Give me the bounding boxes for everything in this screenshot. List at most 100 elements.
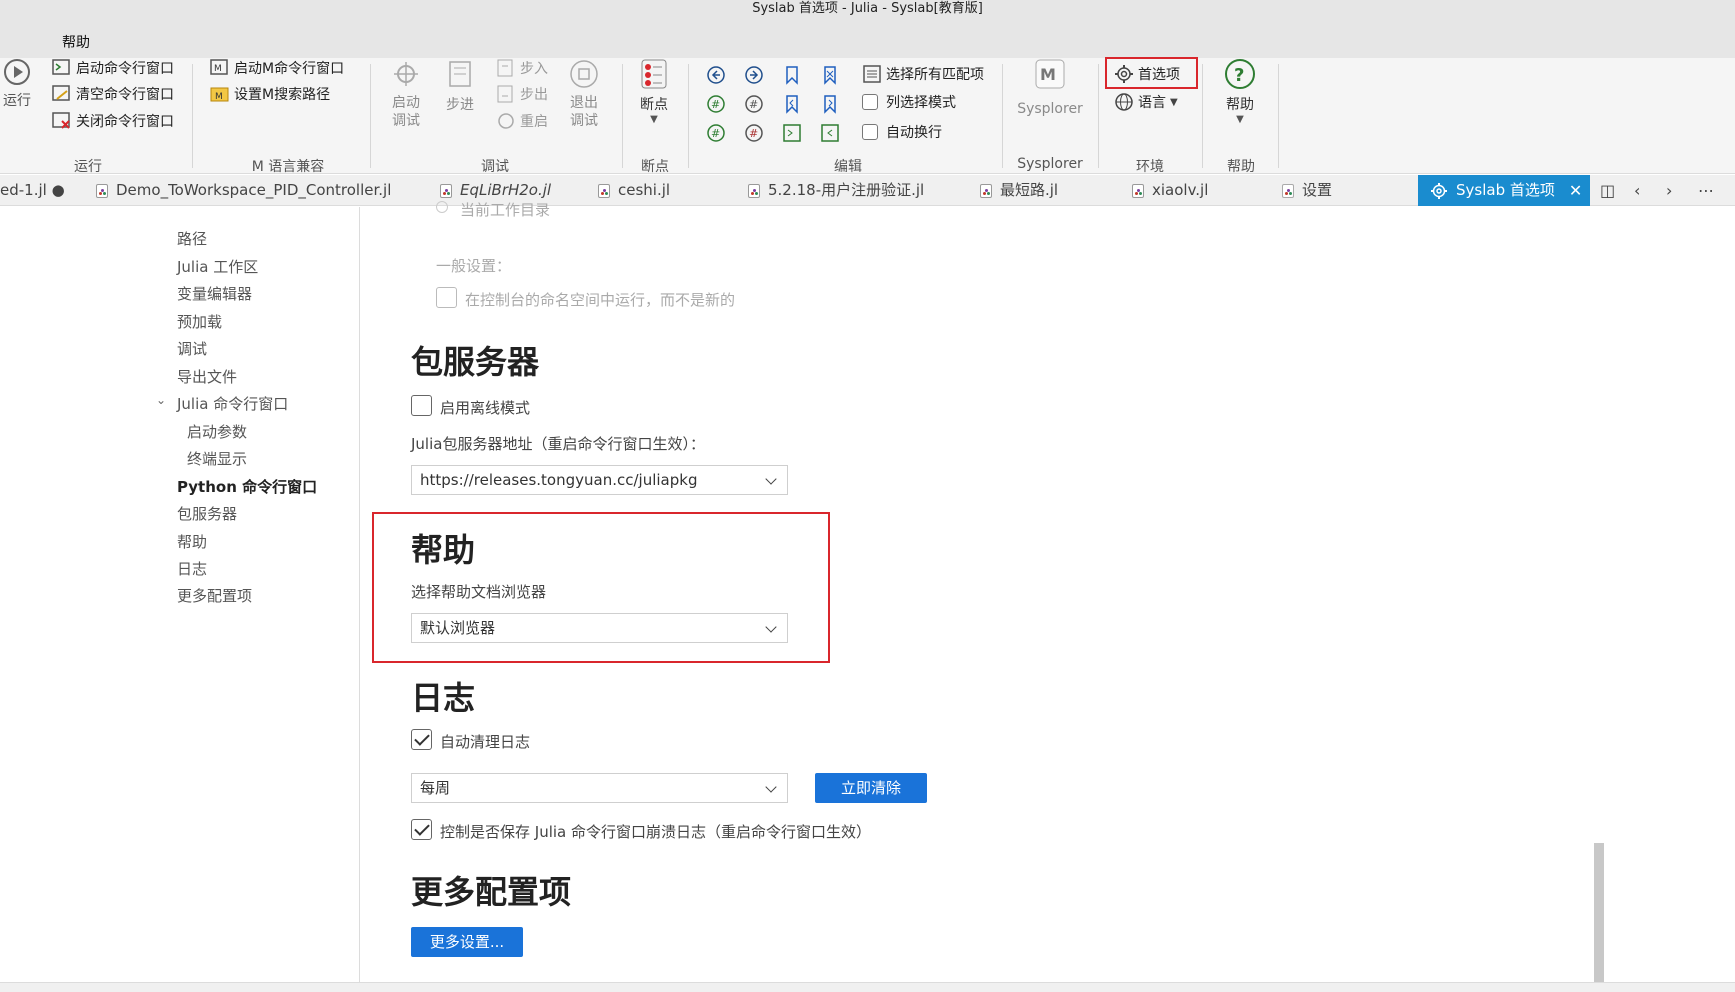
- chevron-right-icon[interactable]: ›: [1666, 175, 1672, 206]
- nav-julia-cmd[interactable]: Julia 命令行窗口: [177, 393, 288, 414]
- chevron-down-icon: [765, 621, 777, 633]
- indent-icon[interactable]: [782, 123, 802, 143]
- nav-julia-workspace[interactable]: Julia 工作区: [177, 256, 258, 277]
- toggle-comment-icon[interactable]: #: [706, 123, 726, 143]
- julia-file-icon: [1132, 183, 1144, 198]
- tab-ed-1[interactable]: ed-1.jl ●: [0, 175, 65, 206]
- nav-startup-args[interactable]: 启动参数: [187, 421, 247, 442]
- log-period-select[interactable]: 每周: [411, 773, 788, 803]
- help-title: 帮助: [411, 531, 476, 569]
- forward-arrow-icon[interactable]: [744, 65, 764, 85]
- menu-help[interactable]: 帮助: [62, 32, 90, 52]
- m-terminal-icon: M: [210, 59, 228, 75]
- select-all-matches-button[interactable]: 选择所有匹配项: [862, 64, 984, 84]
- play-icon: [4, 59, 30, 85]
- comment-icon[interactable]: #: [706, 94, 726, 114]
- auto-clean-log-checkbox[interactable]: [411, 729, 432, 750]
- clear-now-button[interactable]: 立即清除: [815, 773, 927, 803]
- ribbon-separator: [1002, 64, 1003, 168]
- split-editor-icon[interactable]: ◫: [1600, 175, 1615, 206]
- highlight-preferences-box: [1105, 57, 1198, 89]
- title-bar: Syslab 首选项 - Julia - Syslab[教育版]: [0, 0, 1735, 22]
- gear-icon: [1431, 182, 1447, 199]
- start-cmd-button[interactable]: 启动命令行窗口: [52, 58, 174, 78]
- tab-shortest-path[interactable]: 最短路.jl: [980, 175, 1058, 206]
- step-out-button[interactable]: 步出: [496, 84, 548, 104]
- nav-export-files[interactable]: 导出文件: [177, 366, 237, 387]
- nav-variable-editor[interactable]: 变量编辑器: [177, 283, 252, 304]
- step-in-button[interactable]: 步入: [496, 58, 548, 78]
- group-m-label: M 语言兼容: [251, 159, 325, 175]
- svg-text:?: ?: [1234, 65, 1244, 86]
- pkg-server-title: 包服务器: [411, 343, 540, 381]
- nav-log[interactable]: 日志: [177, 558, 207, 579]
- bookmark-next-icon[interactable]: [820, 94, 840, 114]
- bookmark-clear-icon[interactable]: [820, 65, 840, 85]
- tab-syslab-preferences[interactable]: Syslab 首选项 ✕: [1418, 175, 1590, 206]
- vertical-scrollbar[interactable]: [1594, 843, 1604, 982]
- sysplorer-button[interactable]: M Sysplorer: [1010, 58, 1090, 124]
- ribbon-separator: [1278, 64, 1279, 168]
- menu-bar: 帮助: [0, 22, 1735, 58]
- breakpoints-button[interactable]: 断点 ▼: [634, 58, 674, 125]
- back-arrow-icon[interactable]: [706, 65, 726, 85]
- step-button[interactable]: 步进: [440, 58, 480, 114]
- group-edit-label: 编辑: [834, 159, 862, 175]
- nav-debug[interactable]: 调试: [177, 338, 207, 359]
- bookmark-prev-icon[interactable]: [782, 94, 802, 114]
- block-comment-icon[interactable]: #: [744, 123, 764, 143]
- tab-user-register[interactable]: 5.2.18-用户注册验证.jl: [748, 175, 924, 206]
- outdent-icon[interactable]: [820, 123, 840, 143]
- group-help-label: 帮助: [1227, 159, 1255, 175]
- word-wrap-toggle[interactable]: 自动换行: [862, 122, 942, 142]
- nav-python-cmd[interactable]: Python 命令行窗口: [177, 476, 317, 497]
- set-m-path-button[interactable]: M 设置M搜索路径: [210, 84, 330, 104]
- language-button[interactable]: 语言 ▼: [1114, 92, 1178, 112]
- globe-icon: [1115, 93, 1133, 111]
- more-actions-icon[interactable]: ⋯: [1698, 175, 1714, 206]
- restart-button[interactable]: 重启: [496, 111, 548, 131]
- file-icon: [1282, 183, 1294, 198]
- chevron-down-icon[interactable]: ⌄: [156, 393, 166, 407]
- help-button[interactable]: ? 帮助 ▼: [1218, 58, 1262, 125]
- tab-ceshi[interactable]: ceshi.jl: [598, 175, 670, 206]
- bookmark-icon[interactable]: [782, 65, 802, 85]
- nav-terminal-display[interactable]: 终端显示: [187, 448, 247, 469]
- nav-more-config[interactable]: 更多配置项: [177, 585, 252, 606]
- start-debug-button[interactable]: 启动 调试: [384, 58, 428, 130]
- editor-tab-bar: ed-1.jl ● Demo_ToWorkspace_PID_Controlle…: [0, 175, 1735, 206]
- offline-mode-checkbox[interactable]: [411, 395, 432, 416]
- current-dir-radio[interactable]: [436, 201, 448, 213]
- column-select-checkbox[interactable]: [862, 94, 878, 110]
- tab-settings[interactable]: 设置: [1282, 175, 1332, 206]
- tab-demo-toworkspace[interactable]: Demo_ToWorkspace_PID_Controller.jl: [96, 175, 391, 206]
- select-all-icon: [863, 65, 881, 83]
- word-wrap-checkbox[interactable]: [862, 124, 878, 140]
- exit-debug-button[interactable]: 退出 调试: [564, 58, 604, 130]
- group-env-label: 环境: [1136, 159, 1164, 175]
- close-icon[interactable]: ✕: [1569, 175, 1582, 206]
- run-in-namespace-checkbox[interactable]: [436, 287, 457, 308]
- debug-bug-icon: [394, 62, 418, 86]
- pkg-server-address-select[interactable]: https://releases.tongyuan.cc/juliapkg: [411, 465, 788, 495]
- help-browser-select[interactable]: 默认浏览器: [411, 613, 788, 643]
- more-settings-button[interactable]: 更多设置...: [411, 927, 523, 957]
- uncomment-icon[interactable]: #: [744, 94, 764, 114]
- nav-preload[interactable]: 预加载: [177, 311, 222, 332]
- start-m-button[interactable]: M 启动M命令行窗口: [210, 58, 344, 78]
- tab-xiaolv[interactable]: xiaolv.jl: [1132, 175, 1208, 206]
- terminal-start-icon: [52, 59, 70, 75]
- save-crash-log-checkbox[interactable]: [411, 819, 432, 840]
- close-cmd-button[interactable]: 关闭命令行窗口: [52, 111, 174, 131]
- run-button[interactable]: 运行: [2, 58, 32, 110]
- nav-package-server[interactable]: 包服务器: [177, 503, 237, 524]
- nav-help[interactable]: 帮助: [177, 531, 207, 552]
- column-select-toggle[interactable]: 列选择模式: [862, 92, 956, 112]
- step-in-icon: [497, 59, 513, 77]
- chevron-left-icon[interactable]: ‹: [1634, 175, 1640, 206]
- ribbon-separator: [192, 64, 193, 168]
- group-sysplorer-label: Sysplorer: [1017, 156, 1083, 172]
- nav-path[interactable]: 路径: [177, 228, 207, 249]
- general-settings-label: 一般设置：: [436, 257, 512, 275]
- clear-cmd-button[interactable]: 清空命令行窗口: [52, 84, 174, 104]
